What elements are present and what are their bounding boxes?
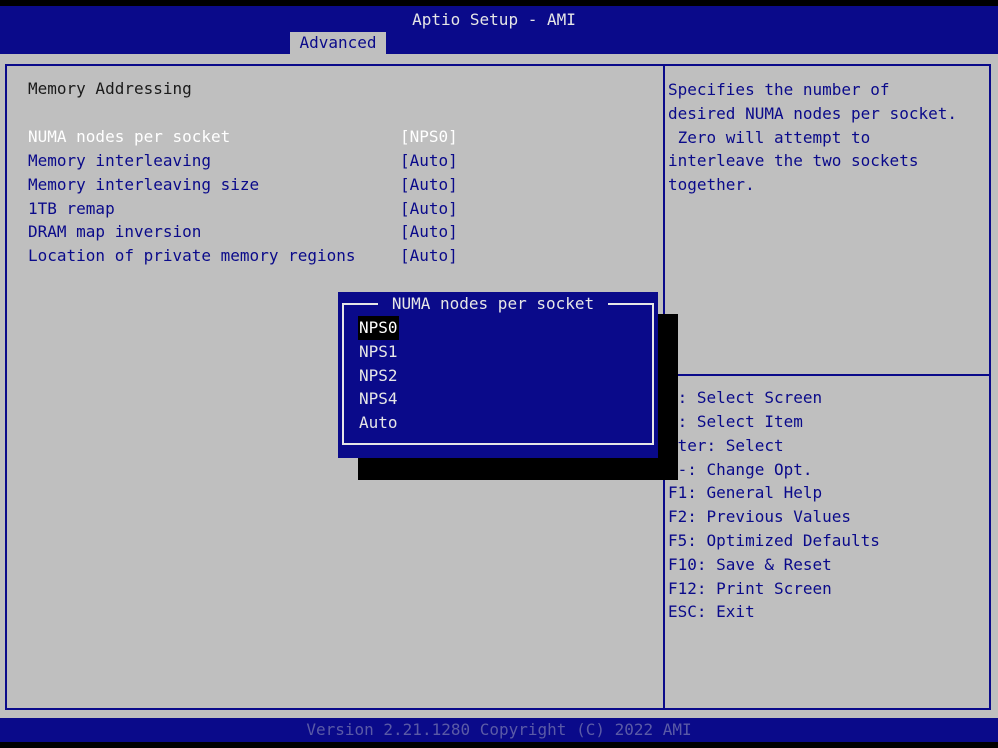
setting-value: [Auto] bbox=[400, 175, 458, 194]
setting-label: NUMA nodes per socket bbox=[28, 127, 231, 146]
title-bar: Aptio Setup - AMI Advanced bbox=[0, 6, 998, 54]
setting-memory-interleaving[interactable]: Memory interleaving [Auto] bbox=[28, 149, 468, 173]
setting-value: [Auto] bbox=[400, 199, 458, 218]
setting-value: [Auto] bbox=[400, 222, 458, 241]
footer-bar: Version 2.21.1280 Copyright (C) 2022 AMI bbox=[0, 718, 998, 742]
setting-label: Memory interleaving size bbox=[28, 175, 260, 194]
setting-label: DRAM map inversion bbox=[28, 222, 202, 241]
popup-frame-top bbox=[342, 303, 378, 305]
key-hint-f1: F1: General Help bbox=[668, 483, 823, 502]
setting-1tb-remap[interactable]: 1TB remap [Auto] bbox=[28, 197, 468, 221]
help-text-line: interleave the two sockets bbox=[668, 151, 919, 170]
key-hint-change-opt: /-: Change Opt. bbox=[668, 460, 813, 479]
key-hint-enter: nter: Select bbox=[668, 436, 784, 455]
help-text-line: together. bbox=[668, 175, 755, 194]
setting-label: Memory interleaving bbox=[28, 151, 212, 170]
popup-option-nps1[interactable]: NPS1 bbox=[358, 340, 399, 364]
popup-frame-top bbox=[608, 303, 654, 305]
help-text-line: desired NUMA nodes per socket. bbox=[668, 104, 957, 123]
section-title: Memory Addressing bbox=[28, 79, 192, 98]
key-hint-f12: F12: Print Screen bbox=[668, 579, 832, 598]
key-hint-select-item: ↓: Select Item bbox=[668, 412, 803, 431]
popup-option-nps4[interactable]: NPS4 bbox=[358, 387, 399, 411]
setting-value: [Auto] bbox=[400, 246, 458, 265]
setting-private-memory-regions[interactable]: Location of private memory regions [Auto… bbox=[28, 244, 468, 268]
version-text: Version 2.21.1280 Copyright (C) 2022 AMI bbox=[306, 720, 692, 739]
setting-memory-interleaving-size[interactable]: Memory interleaving size [Auto] bbox=[28, 173, 468, 197]
setting-value: [Auto] bbox=[400, 151, 458, 170]
popup-title: NUMA nodes per socket bbox=[391, 294, 595, 313]
help-text-line: Specifies the number of bbox=[668, 80, 890, 99]
setting-label: Location of private memory regions bbox=[28, 246, 356, 265]
popup-option-auto[interactable]: Auto bbox=[358, 411, 399, 435]
key-hint-f2: F2: Previous Values bbox=[668, 507, 852, 526]
setting-value: [NPS0] bbox=[400, 127, 458, 146]
app-title: Aptio Setup - AMI bbox=[412, 10, 576, 29]
key-hint-f5: F5: Optimized Defaults bbox=[668, 531, 880, 550]
popup-option-nps2[interactable]: NPS2 bbox=[358, 364, 399, 388]
help-text-line: Zero will attempt to bbox=[668, 128, 871, 147]
setting-label: 1TB remap bbox=[28, 199, 115, 218]
setting-numa-nodes-per-socket[interactable]: NUMA nodes per socket [NPS0] bbox=[28, 125, 468, 149]
setting-dram-map-inversion[interactable]: DRAM map inversion [Auto] bbox=[28, 220, 468, 244]
help-divider bbox=[663, 374, 989, 376]
key-hint-f10: F10: Save & Reset bbox=[668, 555, 832, 574]
key-hint-esc: ESC: Exit bbox=[668, 602, 755, 621]
popup-option-nps0[interactable]: NPS0 bbox=[358, 316, 399, 340]
numa-options-popup: NUMA nodes per socket NPS0 NPS1 NPS2 NPS… bbox=[338, 292, 658, 458]
key-hint-select-screen: ←: Select Screen bbox=[668, 388, 823, 407]
tab-advanced[interactable]: Advanced bbox=[290, 32, 386, 54]
